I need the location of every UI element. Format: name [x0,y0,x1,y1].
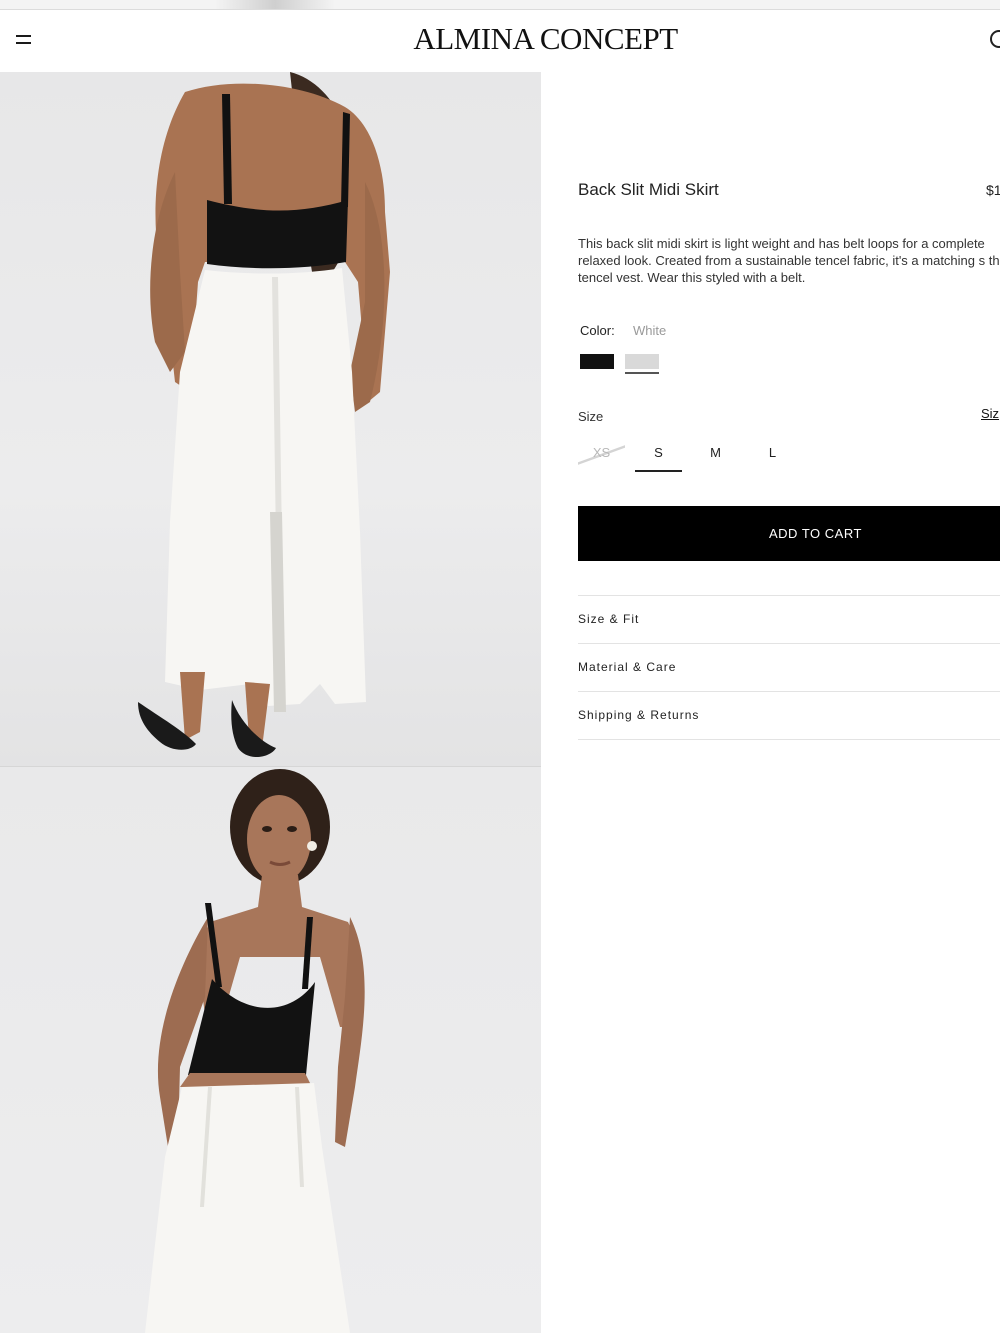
color-swatch-black[interactable] [580,354,614,369]
size-guide-link[interactable]: Siz [981,406,999,421]
product-price: $1 [986,182,1000,198]
size-option-l[interactable]: L [749,438,796,472]
product-image-back[interactable] [0,72,541,767]
accordion-material-care[interactable]: Material & Care [578,643,1000,691]
tab-grabber[interactable] [215,0,335,9]
add-to-cart-label: ADD TO CART [769,526,862,541]
product-gallery [0,72,541,1333]
size-label: Size [578,409,604,424]
product-image-front[interactable] [0,767,541,1333]
brand-logo[interactable]: ALMINA CONCEPT [0,21,1000,57]
color-value: White [633,323,667,338]
site-header: ALMINA CONCEPT [0,10,1000,72]
product-title: Back Slit Midi Skirt [578,180,719,199]
product-description: This back slit midi skirt is light weigh… [578,236,1000,285]
product-accordion: Size & Fit Material & Care Shipping & Re… [578,595,1000,740]
color-label: Color: [580,323,615,338]
add-to-cart-button[interactable]: ADD TO CART [578,506,1000,561]
color-swatch-white[interactable] [625,354,659,374]
size-option-m[interactable]: M [692,438,739,472]
accordion-size-fit[interactable]: Size & Fit [578,595,1000,643]
size-option-s[interactable]: S [635,438,682,472]
accordion-shipping-returns[interactable]: Shipping & Returns [578,691,1000,740]
size-option-xs[interactable]: XS [578,438,625,472]
browser-top-strip [0,0,1000,10]
